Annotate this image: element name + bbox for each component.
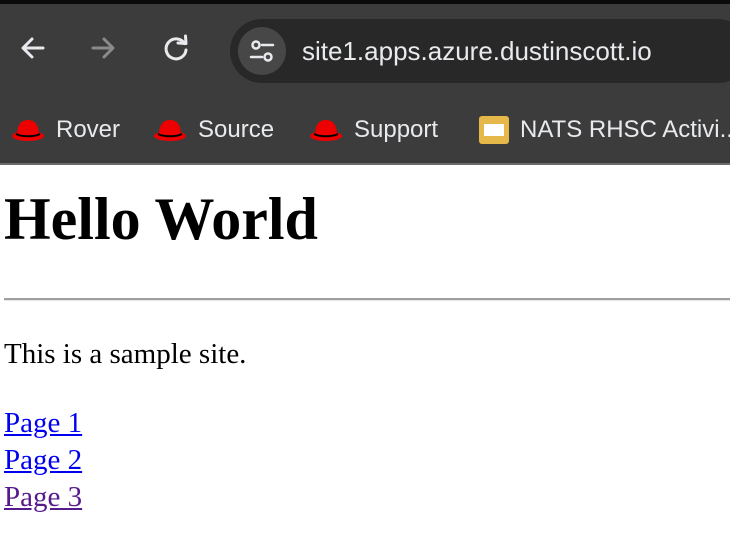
site-info-button[interactable] xyxy=(238,27,286,75)
arrow-right-icon xyxy=(91,37,115,59)
bookmark-label: Support xyxy=(354,116,439,143)
link-page-1[interactable]: Page 1 xyxy=(4,405,82,442)
bookmark-support[interactable]: Support xyxy=(308,112,438,148)
page-paragraph: This is a sample site. xyxy=(4,338,247,370)
tune-icon xyxy=(249,40,275,62)
reload-button[interactable] xyxy=(156,28,196,68)
browser-chrome: site1.apps.azure.dustinscott.io Rover So… xyxy=(0,0,730,165)
bookmark-source[interactable]: Source xyxy=(152,112,274,148)
url-text[interactable]: site1.apps.azure.dustinscott.io xyxy=(302,36,652,66)
link-page-2[interactable]: Page 2 xyxy=(4,442,82,479)
page-links: Page 1 Page 2 Page 3 xyxy=(4,405,82,516)
back-button[interactable] xyxy=(13,28,53,68)
folder-icon xyxy=(479,116,509,144)
bookmark-label: Rover xyxy=(56,116,121,143)
browser-toolbar: site1.apps.azure.dustinscott.io xyxy=(0,4,730,94)
redhat-fedora-icon xyxy=(310,120,342,141)
horizontal-rule xyxy=(4,298,730,301)
arrow-left-icon xyxy=(21,37,45,59)
link-page-3[interactable]: Page 3 xyxy=(4,479,82,516)
address-bar[interactable]: site1.apps.azure.dustinscott.io xyxy=(230,19,730,83)
bookmark-nats-rhsc[interactable]: NATS RHSC Activi... xyxy=(478,112,730,148)
bookmark-label: Source xyxy=(198,116,275,143)
bookmark-label: NATS RHSC Activi... xyxy=(520,116,730,143)
forward-button[interactable] xyxy=(83,28,123,68)
page-heading: Hello World xyxy=(4,186,318,252)
redhat-fedora-icon xyxy=(12,120,44,141)
page-content: Hello World This is a sample site. Page … xyxy=(0,165,730,538)
redhat-fedora-icon xyxy=(154,120,186,141)
bookmark-rover[interactable]: Rover xyxy=(10,112,120,148)
bookmarks-bar: Rover Source Support NATS RHSC Activi... xyxy=(0,100,730,162)
reload-icon xyxy=(164,34,188,61)
